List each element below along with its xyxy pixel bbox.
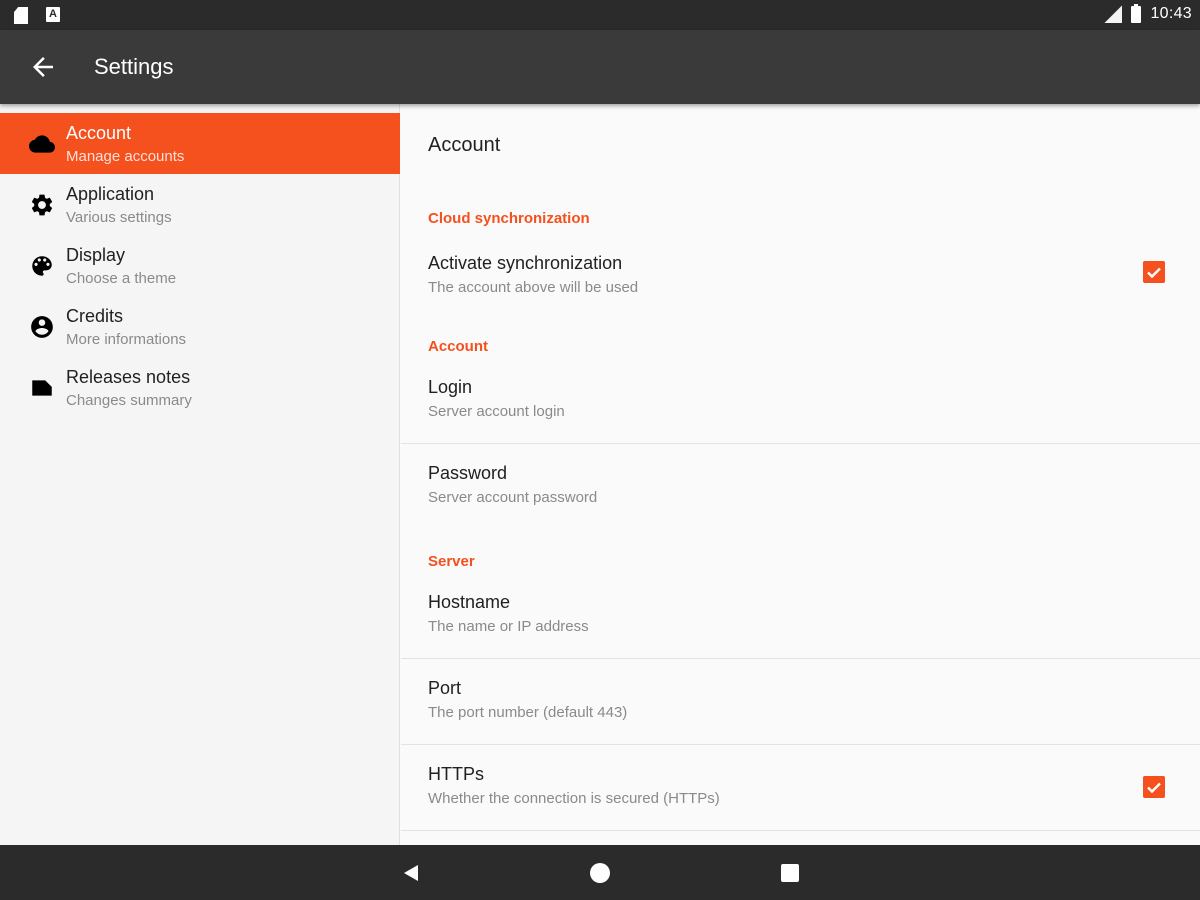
sidebar-item-application[interactable]: Application Various settings xyxy=(0,174,400,235)
system-nav-bar xyxy=(0,845,1200,900)
pref-summary: The account above will be used xyxy=(428,279,639,296)
pref-title: Password xyxy=(428,463,508,483)
signal-icon xyxy=(1104,5,1123,23)
sidebar-item-subtitle: Choose a theme xyxy=(66,270,177,287)
pref-hostname[interactable]: Hostname The name or IP address xyxy=(401,573,1200,659)
sidebar-item-label: Display xyxy=(66,245,126,265)
battery-icon xyxy=(1131,3,1142,23)
pref-title: Port xyxy=(428,678,462,698)
account-circle-icon xyxy=(31,316,53,338)
sidebar: Account Manage accounts Application Vari… xyxy=(0,104,400,845)
sidebar-item-subtitle: More informations xyxy=(66,331,187,348)
pref-password[interactable]: Password Server account password xyxy=(401,444,1200,530)
pref-activate-synchronization[interactable]: Activate synchronization The account abo… xyxy=(401,234,1200,320)
sidebar-item-label: Application xyxy=(66,184,155,204)
pref-summary: The name or IP address xyxy=(428,618,589,635)
pref-title: HTTPs xyxy=(428,764,484,784)
sidebar-item-account[interactable]: Account Manage accounts xyxy=(0,113,400,174)
pref-summary: Whether the connection is secured (HTTPs… xyxy=(428,790,720,807)
sidebar-item-label: Releases notes xyxy=(66,367,191,387)
sidebar-item-subtitle: Manage accounts xyxy=(66,148,185,165)
status-bar: A 10:43 xyxy=(0,0,1200,30)
sidebar-item-releases-notes[interactable]: Releases notes Changes summary xyxy=(0,357,400,418)
https-checkbox[interactable] xyxy=(1143,776,1165,798)
pref-login[interactable]: Login Server account login xyxy=(401,358,1200,444)
clock: 10:43 xyxy=(1150,5,1192,22)
page-title: Settings xyxy=(94,54,174,79)
pref-title: Hostname xyxy=(428,592,511,612)
settings-content: Account Cloud synchronization Activate s… xyxy=(401,104,1200,845)
sidebar-item-subtitle: Various settings xyxy=(66,209,172,226)
pref-summary: Server account login xyxy=(428,403,565,420)
gear-icon xyxy=(31,194,53,216)
sidebar-item-display[interactable]: Display Choose a theme xyxy=(0,235,400,296)
label-icon xyxy=(32,380,52,396)
a-icon: A xyxy=(46,7,60,22)
palette-icon xyxy=(32,256,52,276)
recents-square-icon[interactable] xyxy=(781,864,799,882)
sidebar-item-credits[interactable]: Credits More informations xyxy=(0,296,400,357)
sidebar-item-subtitle: Changes summary xyxy=(66,392,192,409)
pref-https[interactable]: HTTPs Whether the connection is secured … xyxy=(401,745,1200,831)
sidebar-item-label: Account xyxy=(66,123,132,143)
section-header-account: Account xyxy=(428,338,488,355)
pref-title: Login xyxy=(428,377,473,397)
sidebar-item-label: Credits xyxy=(66,306,124,326)
section-header-cloud-sync: Cloud synchronization xyxy=(428,210,590,227)
content-title: Account xyxy=(428,134,501,156)
arrow-left-icon[interactable] xyxy=(28,52,58,82)
pref-title: Activate synchronization xyxy=(428,253,623,273)
status-right-icons: 10:43 xyxy=(1104,3,1192,23)
cloud-icon xyxy=(29,135,55,153)
pref-summary: The port number (default 443) xyxy=(428,704,628,721)
sd-card-icon xyxy=(14,7,28,24)
pref-summary: Server account password xyxy=(428,489,598,506)
pref-port[interactable]: Port The port number (default 443) xyxy=(401,659,1200,745)
back-triangle-icon[interactable] xyxy=(402,864,420,882)
home-circle-icon[interactable] xyxy=(590,863,610,883)
sync-checkbox[interactable] xyxy=(1143,261,1165,283)
section-header-server: Server xyxy=(428,553,475,570)
app-bar: Settings xyxy=(0,30,1200,104)
status-left-icons: A xyxy=(14,7,60,24)
